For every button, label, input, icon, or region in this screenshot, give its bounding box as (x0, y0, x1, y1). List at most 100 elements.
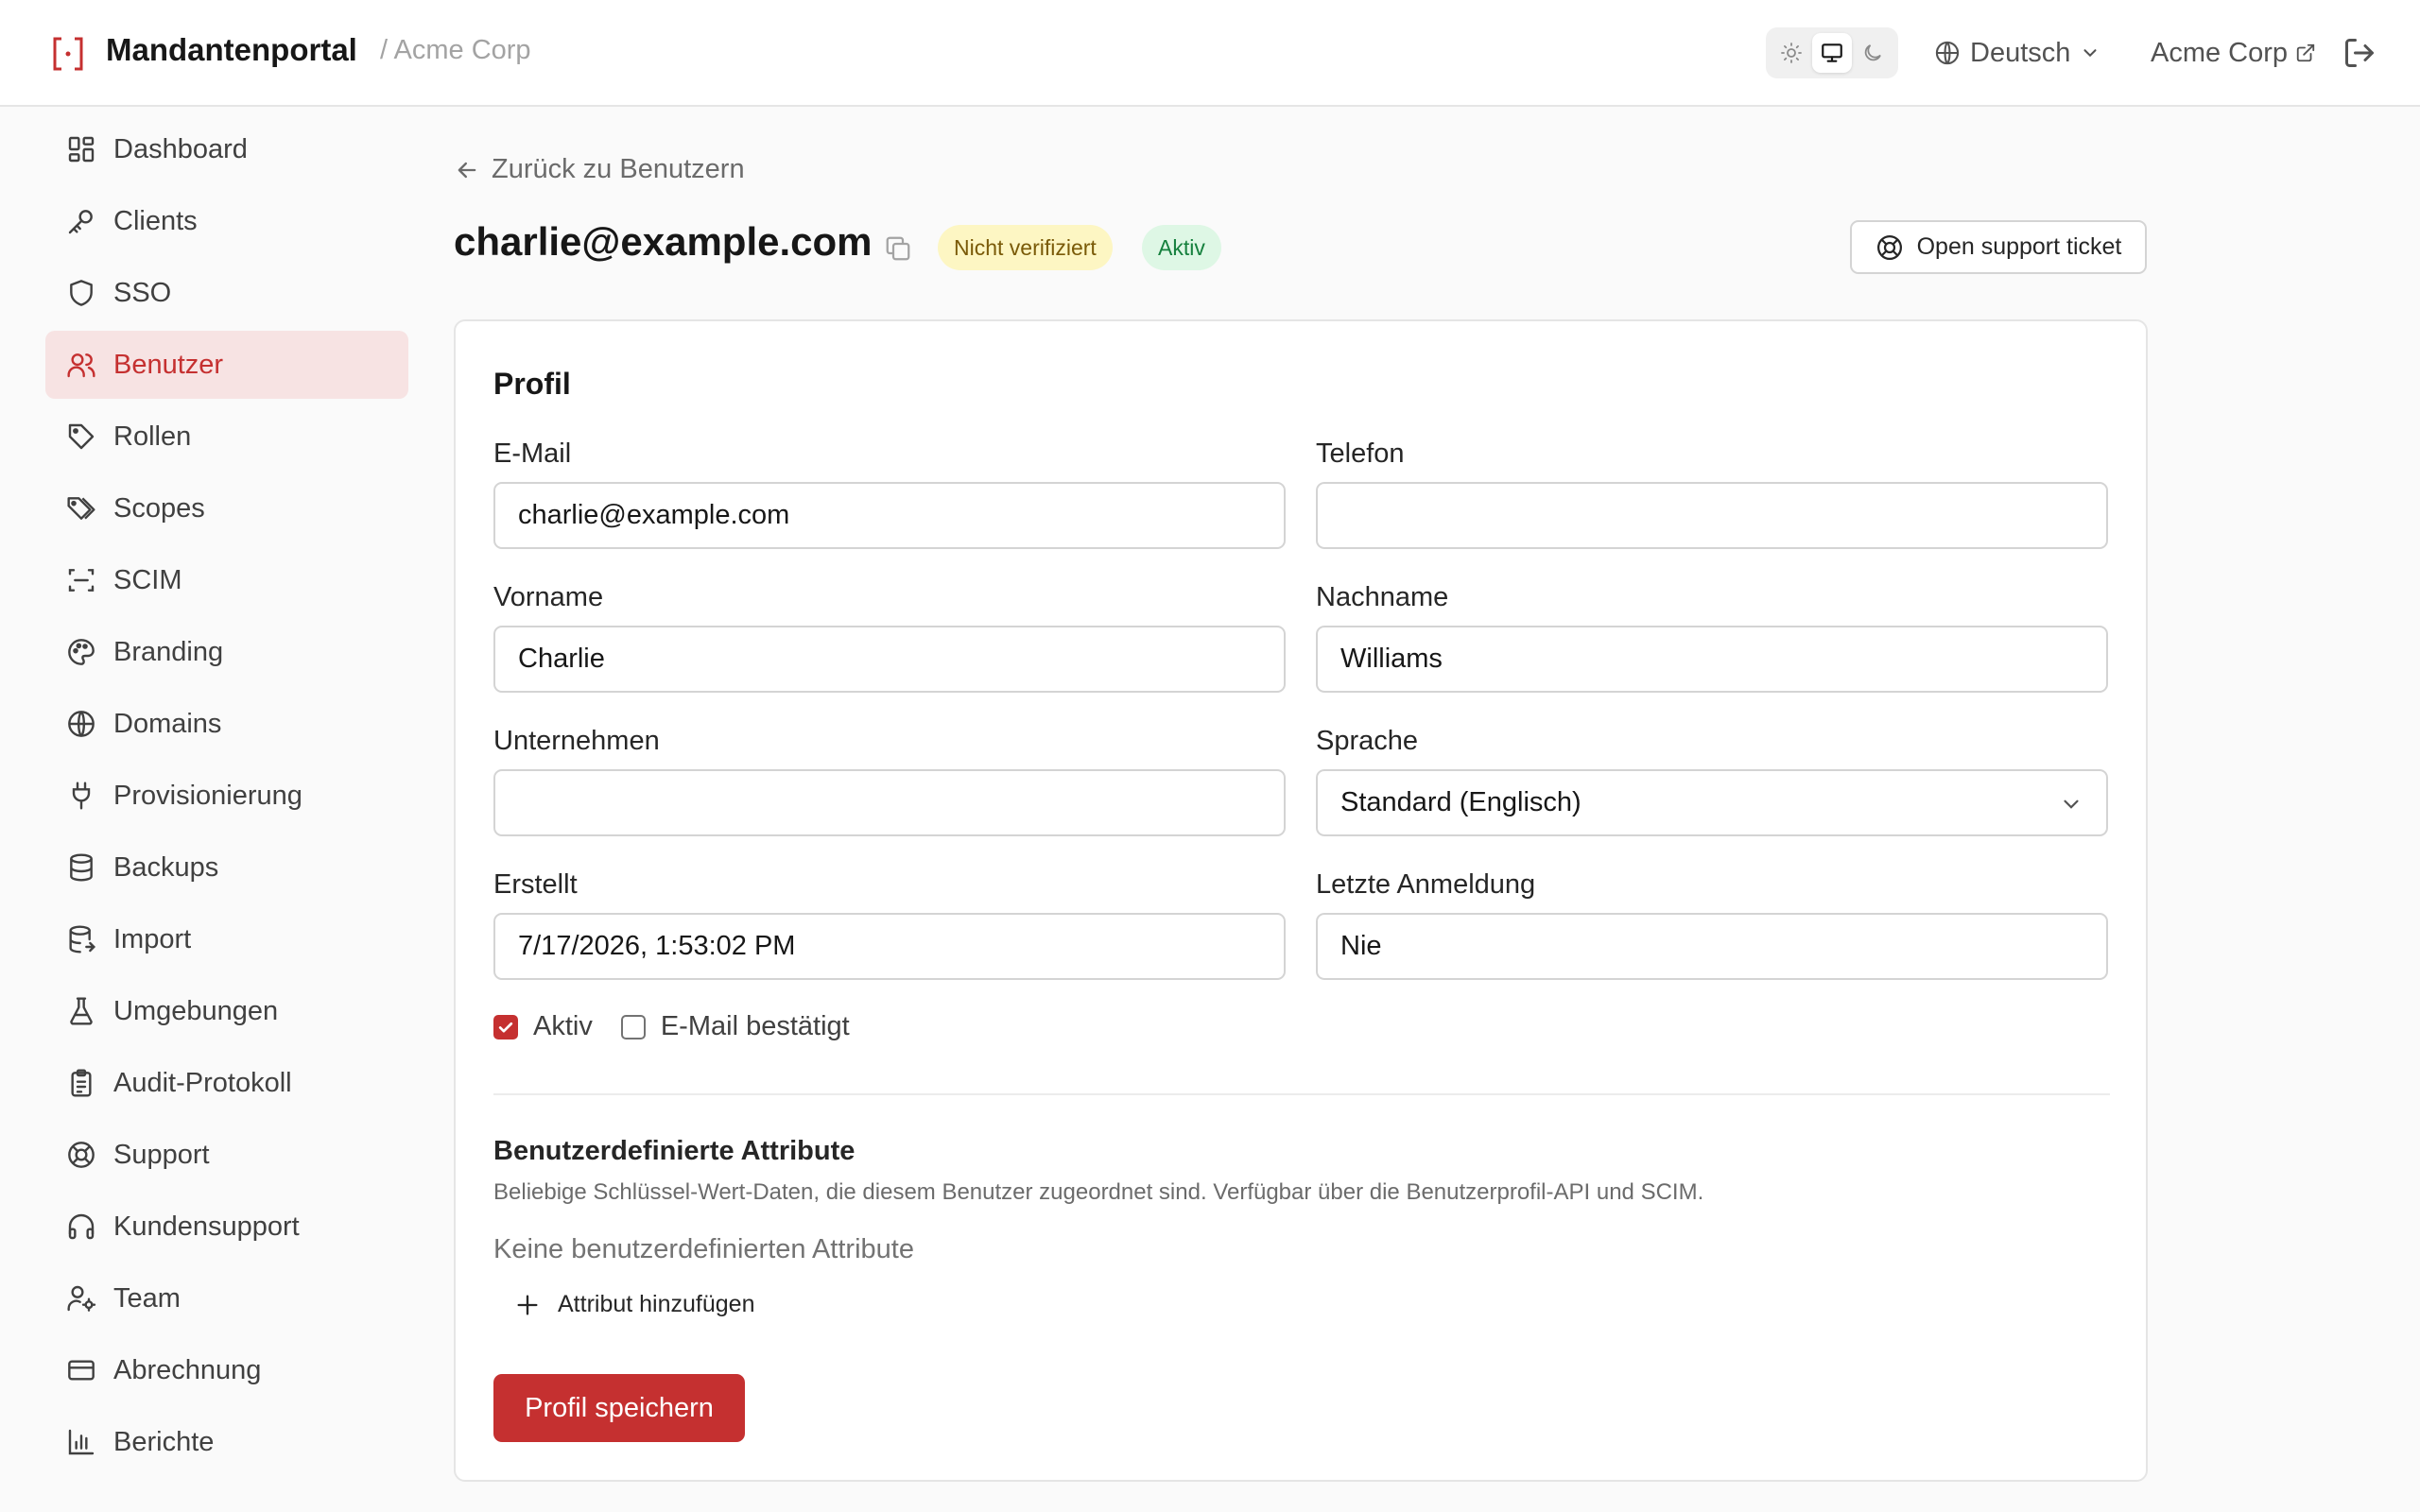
database-import-icon (69, 925, 96, 954)
theme-system-button[interactable] (1812, 33, 1852, 73)
status-badge-active: Aktiv (1142, 225, 1221, 270)
logout-icon[interactable] (2342, 36, 2377, 70)
sidebar-item-label: Branding (113, 636, 224, 667)
sidebar-item-umgebungen[interactable]: Umgebungen (45, 977, 408, 1045)
globe-icon (1935, 41, 1960, 65)
sidebar: Dashboard Clients SSO Benutzer Rollen Sc… (45, 115, 408, 1480)
sidebar-item-clients[interactable]: Clients (45, 187, 408, 255)
back-to-users-link[interactable]: Zurück zu Benutzern (454, 154, 745, 185)
dashboard-icon (68, 136, 95, 163)
tenant-breadcrumb[interactable]: / Acme Corp (380, 35, 531, 66)
monitor-icon (1822, 43, 1842, 62)
open-support-ticket-button[interactable]: Open support ticket (1850, 220, 2147, 274)
clipboard-icon (71, 1069, 92, 1097)
life-buoy-icon (68, 1142, 95, 1168)
sidebar-item-berichte[interactable]: Berichte (45, 1408, 408, 1476)
email-label: E-Mail (493, 438, 572, 469)
lastname-label: Nachname (1316, 582, 1449, 612)
sidebar-item-label: Clients (113, 205, 198, 236)
headphones-icon (68, 1213, 95, 1240)
email-confirmed-checkbox[interactable] (620, 1014, 646, 1040)
sidebar-item-scopes[interactable]: Scopes (45, 474, 408, 542)
sidebar-item-label: Team (113, 1282, 181, 1314)
phone-label: Telefon (1316, 438, 1405, 469)
status-badge-unverified: Nicht verifiziert (938, 225, 1113, 270)
lastname-field[interactable] (1316, 626, 2108, 693)
theme-light-button[interactable] (1772, 33, 1810, 73)
custom-attributes-title: Benutzerdefinierte Attribute (493, 1136, 856, 1166)
add-attribute-button[interactable]: Attribut hinzufügen (514, 1291, 754, 1318)
arrow-left-icon (458, 162, 476, 178)
language-select-value: Standard (Englisch) (1340, 787, 1582, 817)
sidebar-item-label: Kundensupport (113, 1211, 300, 1242)
sidebar-item-label: Import (113, 923, 192, 954)
sidebar-item-label: Backups (113, 851, 219, 883)
bar-chart-icon (68, 1429, 95, 1455)
created-field: 7/17/2026, 1:53:02 PM (493, 913, 1286, 980)
moon-icon (1865, 44, 1882, 61)
theme-switcher (1766, 27, 1898, 78)
sidebar-item-support[interactable]: Support (45, 1121, 408, 1189)
sidebar-item-label: Provisionierung (113, 780, 302, 811)
org-external-link[interactable]: Acme Corp (2151, 32, 2316, 74)
custom-attributes-description: Beliebige Schlüssel-Wert-Daten, die dies… (493, 1179, 1704, 1205)
sidebar-item-label: Umgebungen (113, 995, 279, 1026)
sidebar-item-label: Domains (113, 708, 222, 739)
language-label: Deutsch (1970, 37, 2071, 68)
sidebar-item-scim[interactable]: SCIM (45, 546, 408, 614)
theme-dark-button[interactable] (1854, 33, 1893, 73)
sidebar-item-label: Berichte (113, 1426, 215, 1457)
copy-icon[interactable] (884, 234, 912, 263)
sidebar-item-kundensupport[interactable]: Kundensupport (45, 1193, 408, 1261)
custom-attributes-empty: Keine benutzerdefinierten Attribute (493, 1234, 914, 1264)
sidebar-item-dashboard[interactable]: Dashboard (45, 115, 408, 183)
active-checkbox-label: Aktiv (533, 1011, 593, 1041)
divider (493, 1093, 2110, 1095)
sidebar-item-sso[interactable]: SSO (45, 259, 408, 327)
sidebar-item-domains[interactable]: Domains (45, 690, 408, 758)
back-link-label: Zurück zu Benutzern (492, 154, 745, 184)
plug-icon (72, 782, 91, 810)
last-login-value: Nie (1340, 931, 1382, 961)
sidebar-item-rollen[interactable]: Rollen (45, 403, 408, 471)
sidebar-item-audit-protokoll[interactable]: Audit-Protokoll (45, 1049, 408, 1117)
sidebar-item-abrechnung[interactable]: Abrechnung (45, 1336, 408, 1404)
sidebar-item-provisionierung[interactable]: Provisionierung (45, 762, 408, 830)
palette-icon (68, 639, 95, 665)
scan-icon (68, 569, 95, 592)
email-confirmed-label: E-Mail bestätigt (660, 1011, 850, 1041)
firstname-field[interactable] (493, 626, 1286, 693)
sidebar-item-label: Scopes (113, 492, 205, 524)
sidebar-item-benutzer[interactable]: Benutzer (45, 331, 408, 399)
app-title: Mandantenportal (106, 32, 357, 67)
org-name: Acme Corp (2151, 37, 2289, 68)
check-icon (498, 1022, 513, 1032)
logo-icon (53, 37, 83, 71)
user-cog-icon (67, 1285, 96, 1312)
sidebar-item-label: SSO (113, 277, 172, 308)
plus-icon (517, 1295, 538, 1314)
sidebar-item-label: Support (113, 1139, 210, 1170)
sidebar-item-branding[interactable]: Branding (45, 618, 408, 686)
support-ticket-label: Open support ticket (1916, 233, 2122, 260)
status-checkboxes: Aktiv E-Mail bestätigt (493, 1011, 878, 1042)
flask-icon (70, 997, 93, 1025)
globe-icon (68, 711, 95, 737)
credit-card-icon (68, 1360, 95, 1381)
sidebar-item-label: Abrechnung (113, 1354, 262, 1385)
language-selector[interactable]: Deutsch (1934, 32, 2100, 74)
company-field[interactable] (493, 769, 1286, 836)
sidebar-item-label: Benutzer (113, 349, 224, 380)
phone-field[interactable] (1316, 482, 2108, 549)
language-select[interactable]: Standard (Englisch) (1316, 769, 2108, 836)
card-title: Profil (493, 367, 571, 401)
firstname-label: Vorname (493, 582, 604, 612)
company-label: Unternehmen (493, 726, 660, 756)
save-profile-button[interactable]: Profil speichern (493, 1374, 745, 1442)
sidebar-item-import[interactable]: Import (45, 905, 408, 973)
email-field[interactable] (493, 482, 1286, 549)
key-icon (68, 210, 93, 234)
sidebar-item-team[interactable]: Team (45, 1264, 408, 1332)
sidebar-item-backups[interactable]: Backups (45, 833, 408, 902)
active-checkbox[interactable] (493, 1014, 518, 1040)
